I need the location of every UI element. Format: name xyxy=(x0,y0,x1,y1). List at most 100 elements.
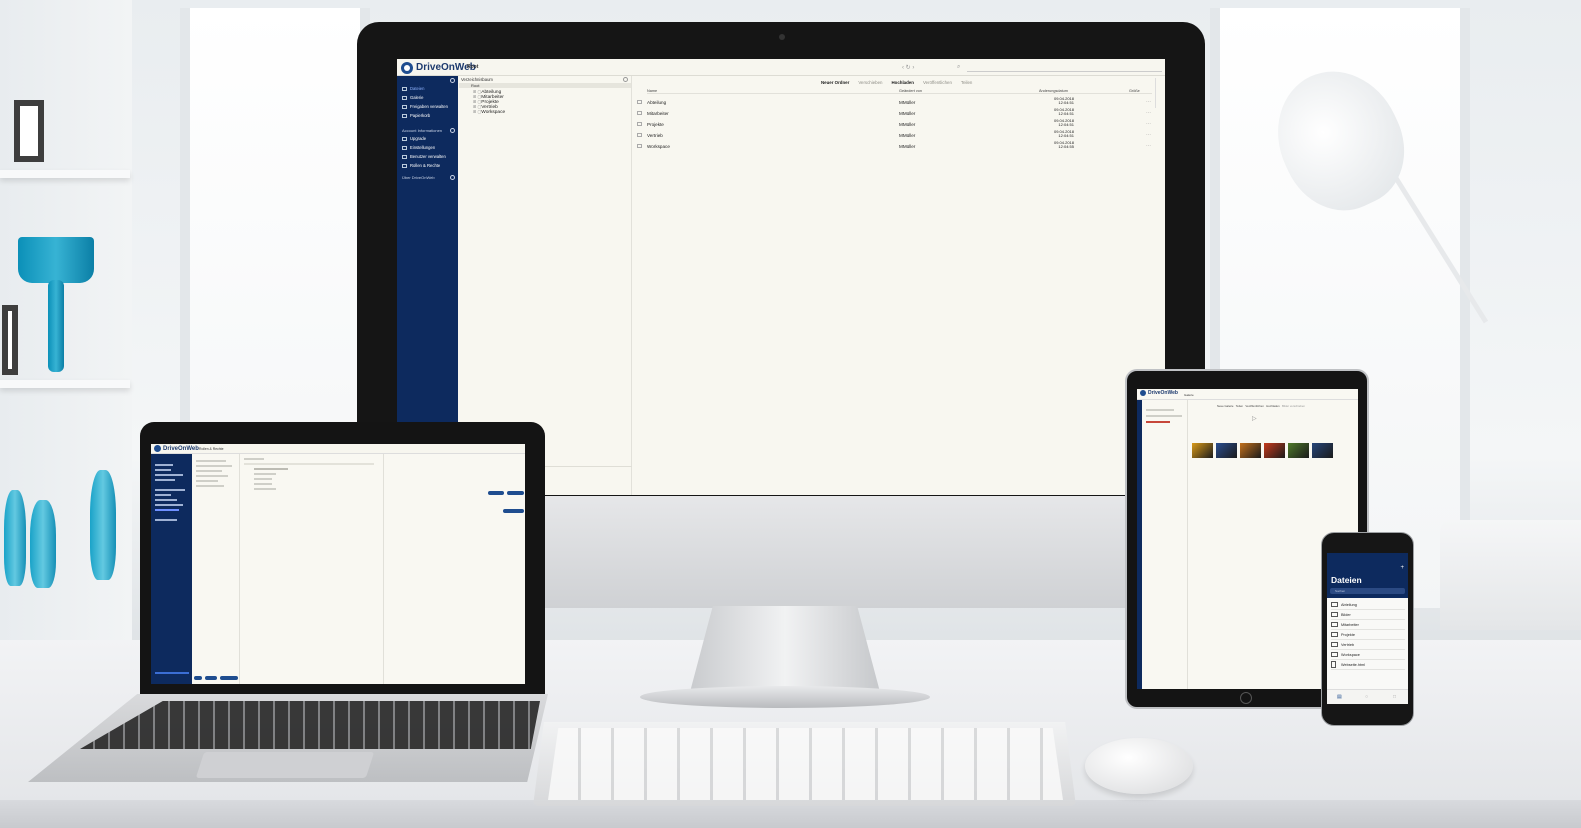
table-row[interactable]: Mitarbeiter MMüller 09.04.2018 12:04:51 ⋯ xyxy=(637,107,1153,119)
sidebar-item-benutzer[interactable]: Benutzer verwalten xyxy=(402,154,446,159)
list-item[interactable] xyxy=(1146,421,1170,423)
new-folder-button[interactable]: Neuer Ordner xyxy=(821,80,849,85)
more-icon[interactable]: ⋯ xyxy=(1146,110,1151,116)
tree-item[interactable] xyxy=(244,463,374,465)
list-item[interactable]: Workspace xyxy=(1331,650,1405,660)
column-header-date[interactable]: Änderungsdatum xyxy=(1039,89,1068,93)
move-images-button[interactable]: Bilder verschieben xyxy=(1282,404,1305,408)
home-button[interactable] xyxy=(1240,692,1252,704)
table-row[interactable]: Workspace MMüller 09.04.2018 12:04:55 ⋯ xyxy=(637,140,1153,152)
sidebar-item[interactable] xyxy=(155,499,177,501)
save-button[interactable] xyxy=(488,491,504,495)
about-link[interactable]: Über DriveOnWeb xyxy=(402,175,435,180)
list-item[interactable]: Projekte xyxy=(1331,630,1405,640)
more-icon[interactable]: ⋯ xyxy=(1146,99,1151,105)
sidebar-item-einstellungen[interactable]: Einstellungen xyxy=(402,145,435,150)
sidebar-item-galerie[interactable]: Galerie xyxy=(402,95,424,100)
row-checkbox[interactable] xyxy=(637,144,642,148)
gallery-thumbnail[interactable] xyxy=(1312,443,1333,458)
sidebar-item[interactable] xyxy=(155,494,171,496)
sidebar-item[interactable] xyxy=(155,489,185,491)
new-gallery-button[interactable]: Neue Galerie xyxy=(1217,404,1233,408)
row-name[interactable]: Abteilung xyxy=(647,100,666,105)
tree-item[interactable] xyxy=(254,468,288,470)
gallery-thumbnail[interactable] xyxy=(1240,443,1261,458)
publish-button[interactable]: Veröffentlichen xyxy=(1245,404,1263,408)
move-button[interactable]: Verschieben xyxy=(858,80,882,85)
gallery-thumbnail[interactable] xyxy=(1216,443,1237,458)
add-button[interactable] xyxy=(503,509,524,513)
play-icon[interactable]: ▷ xyxy=(1252,415,1257,422)
list-item[interactable]: Mitarbeiter xyxy=(1331,620,1405,630)
list-item[interactable]: Bilder xyxy=(1331,610,1405,620)
row-name[interactable]: Workspace xyxy=(647,144,670,149)
upload-button[interactable]: Hochladen xyxy=(891,80,913,85)
tree-item[interactable] xyxy=(254,473,276,475)
tree-item[interactable] xyxy=(244,458,264,460)
collapse-icon[interactable] xyxy=(450,128,455,133)
search-input[interactable]: Suchen xyxy=(1330,588,1405,594)
column-header-name[interactable]: Name xyxy=(647,89,657,93)
publish-button[interactable]: Veröffentlichen xyxy=(923,80,952,85)
list-item[interactable] xyxy=(1146,409,1174,411)
breadcrumb[interactable]: Rollen & Rechte xyxy=(199,447,224,451)
sidebar-item[interactable] xyxy=(155,469,171,471)
row-name[interactable]: Vertrieb xyxy=(647,133,663,138)
apply-button[interactable] xyxy=(507,491,524,495)
tree-item[interactable]: Workspace xyxy=(473,109,505,115)
list-item[interactable] xyxy=(196,475,228,477)
upload-button[interactable]: Hochladen xyxy=(1266,404,1279,408)
table-row[interactable]: Projekte MMüller 09.04.2018 12:04:51 ⋯ xyxy=(637,118,1153,130)
sidebar-item-papierkorb[interactable]: Papierkorb xyxy=(402,113,430,118)
list-item[interactable]: Abteilung xyxy=(1331,600,1405,610)
table-row[interactable]: Vertrieb MMüller 09.04.2018 12:04:51 ⋯ xyxy=(637,129,1153,141)
sidebar-item[interactable] xyxy=(155,504,183,506)
logo[interactable]: DriveOnWeb xyxy=(401,61,476,74)
column-header-edited-by[interactable]: Geändert von xyxy=(899,89,922,93)
row-name[interactable]: Projekte xyxy=(647,122,664,127)
share-button[interactable]: Teilen xyxy=(961,80,972,85)
sidebar-item[interactable] xyxy=(155,519,177,521)
tree-item[interactable] xyxy=(254,483,272,485)
sidebar-item[interactable] xyxy=(155,509,179,511)
details-rail[interactable] xyxy=(1155,78,1163,108)
collapse-icon[interactable] xyxy=(623,77,628,82)
files-tab-icon[interactable]: ▤ xyxy=(1337,694,1342,700)
new-role-button[interactable] xyxy=(194,676,202,680)
search-input[interactable] xyxy=(967,63,1162,72)
more-icon[interactable]: ⋯ xyxy=(1146,132,1151,138)
gallery-thumbnail[interactable] xyxy=(1264,443,1285,458)
row-checkbox[interactable] xyxy=(637,122,642,126)
gallery-tab-icon[interactable]: ○ xyxy=(1365,694,1368,700)
breadcrumb[interactable]: Root xyxy=(467,64,478,70)
list-item[interactable] xyxy=(196,470,222,472)
delete-role-button[interactable] xyxy=(205,676,217,680)
list-item[interactable] xyxy=(196,465,232,467)
column-header-size[interactable]: Größe xyxy=(1129,89,1140,93)
row-name[interactable]: Mitarbeiter xyxy=(647,111,669,116)
sidebar-item-freigaben[interactable]: Freigaben verwalten xyxy=(402,104,448,109)
row-checkbox[interactable] xyxy=(637,111,642,115)
gallery-thumbnail[interactable] xyxy=(1288,443,1309,458)
sidebar-item[interactable] xyxy=(155,474,183,476)
sidebar-item-upgrade[interactable]: Upgrade xyxy=(402,136,426,141)
tree-item[interactable] xyxy=(254,488,276,490)
row-checkbox[interactable] xyxy=(637,100,642,104)
sidebar-item[interactable] xyxy=(155,479,175,481)
collapse-icon[interactable] xyxy=(450,175,455,180)
list-item[interactable]: Webseite.html xyxy=(1331,660,1405,670)
sidebar-item-rollen[interactable]: Rollen & Rechte xyxy=(402,163,440,168)
more-icon[interactable]: ⋯ xyxy=(1146,121,1151,127)
collapse-icon[interactable] xyxy=(450,78,455,83)
list-item[interactable] xyxy=(196,460,226,462)
share-button[interactable]: Teilen xyxy=(1236,404,1243,408)
trash-tab-icon[interactable]: □ xyxy=(1393,694,1396,700)
tree-item[interactable] xyxy=(254,478,272,480)
sidebar-item-dateien[interactable]: Dateien xyxy=(402,86,424,91)
table-row[interactable]: Abteilung MMüller 09.04.2018 12:04:51 ⋯ xyxy=(637,96,1153,108)
logo[interactable]: DriveOnWeb xyxy=(1140,390,1178,396)
logo[interactable]: DriveOnWeb xyxy=(154,445,199,452)
tree-root[interactable]: Root xyxy=(459,83,631,88)
more-icon[interactable]: ⋯ xyxy=(1146,143,1151,149)
gallery-thumbnail[interactable] xyxy=(1192,443,1213,458)
